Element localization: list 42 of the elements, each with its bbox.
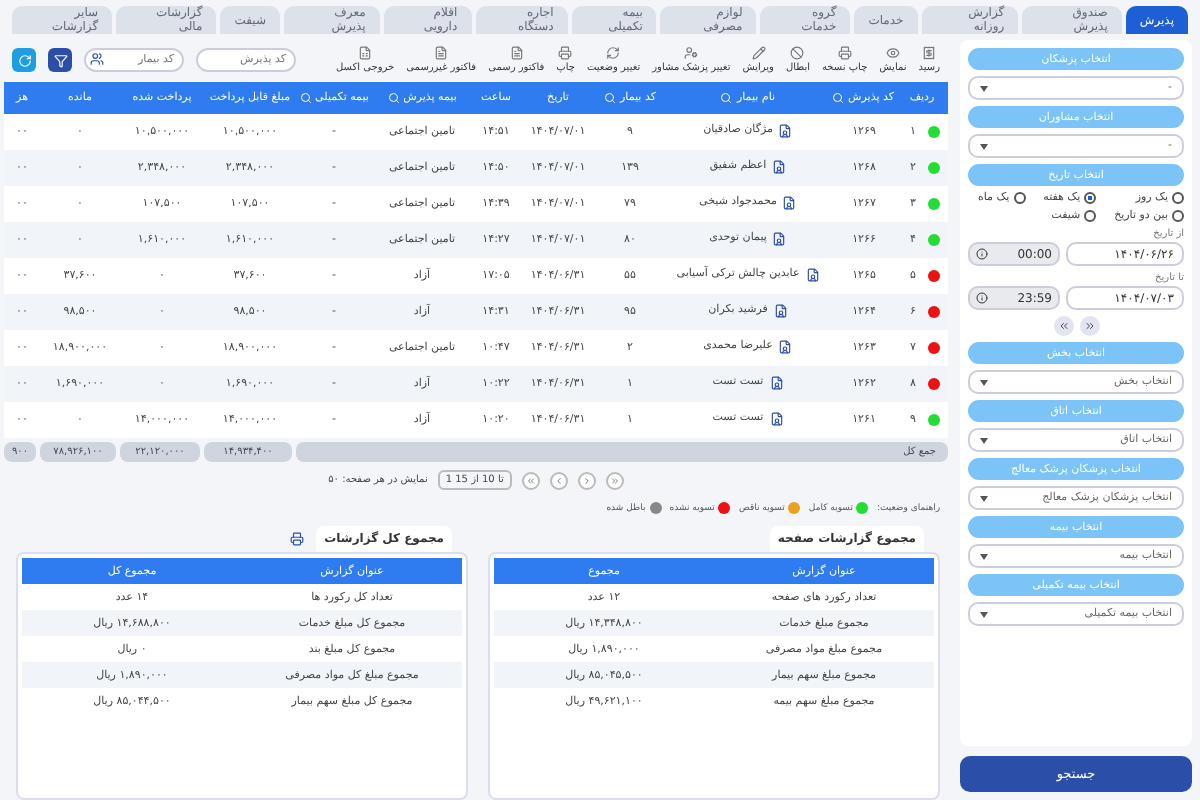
patient-file-icon[interactable] <box>773 303 788 317</box>
caret-icon <box>980 611 988 617</box>
double-chevron-icon[interactable] <box>1053 316 1073 336</box>
next-page-icon[interactable] <box>549 471 568 489</box>
printer-icon[interactable] <box>290 532 305 546</box>
filter-icon[interactable] <box>48 48 72 72</box>
first-page-icon[interactable] <box>605 471 624 489</box>
patient-file-icon[interactable] <box>778 339 793 353</box>
patient-file-icon[interactable] <box>805 267 820 281</box>
ban-icon <box>790 46 805 60</box>
users-icon <box>90 52 104 66</box>
document-icon <box>509 46 524 60</box>
receipt-icon <box>922 46 937 60</box>
patient-file-icon[interactable] <box>769 411 784 425</box>
caret-icon <box>980 379 988 385</box>
caret-icon <box>980 553 988 559</box>
eye-icon <box>885 46 900 60</box>
printer-icon <box>837 46 852 60</box>
caret-icon <box>980 437 988 443</box>
search-icon[interactable] <box>299 92 312 104</box>
caret-icon <box>980 143 988 149</box>
pencil-icon <box>751 46 766 60</box>
patient-file-icon[interactable] <box>778 123 793 137</box>
search-icon[interactable] <box>387 92 400 104</box>
search-icon[interactable] <box>604 92 617 104</box>
refresh-icon <box>606 46 621 60</box>
search-icon[interactable] <box>832 92 845 104</box>
double-chevron-icon[interactable] <box>1079 316 1099 336</box>
patient-file-icon[interactable] <box>772 159 787 173</box>
spreadsheet-icon <box>358 46 373 60</box>
previous-page-icon[interactable] <box>577 471 596 489</box>
refresh-icon[interactable] <box>12 48 36 72</box>
user-gear-icon <box>684 46 699 60</box>
patient-file-icon[interactable] <box>782 195 797 209</box>
patient-file-icon[interactable] <box>769 375 784 389</box>
caret-icon <box>980 495 988 501</box>
search-icon[interactable] <box>720 92 733 104</box>
caret-icon <box>980 85 988 91</box>
patient-file-icon[interactable] <box>772 231 787 245</box>
document-icon <box>434 46 449 60</box>
last-page-icon[interactable] <box>521 471 540 489</box>
printer-icon <box>558 46 573 60</box>
